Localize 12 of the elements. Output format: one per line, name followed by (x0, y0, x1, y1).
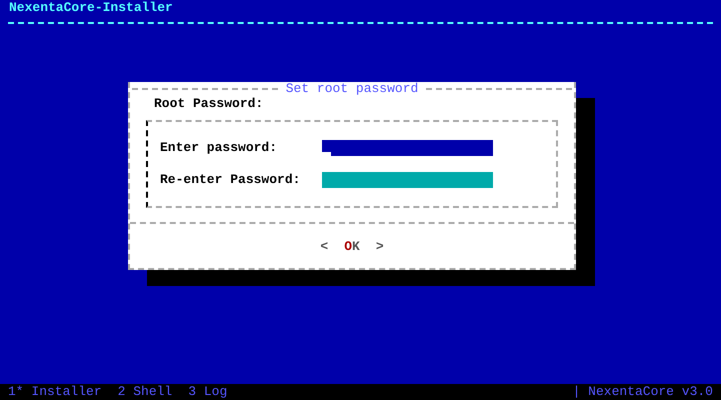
field-label: Re-enter Password: (160, 172, 302, 188)
field-label: Enter password: (160, 140, 278, 156)
window-title: NexentaCore-Installer (9, 0, 173, 16)
dialog-title: Set root password (284, 82, 420, 96)
version-label: | NexentaCore v3.0 (572, 384, 713, 400)
section-label: Root Password: (154, 96, 264, 112)
ok-button[interactable]: < OK > (320, 238, 384, 254)
screen-tab[interactable]: 2 Shell (118, 384, 172, 400)
password-field[interactable] (322, 172, 493, 188)
screen-tab[interactable]: 1* Installer (8, 384, 102, 400)
password-field[interactable] (322, 140, 493, 156)
screen-tab[interactable]: 3 Log (188, 384, 228, 400)
